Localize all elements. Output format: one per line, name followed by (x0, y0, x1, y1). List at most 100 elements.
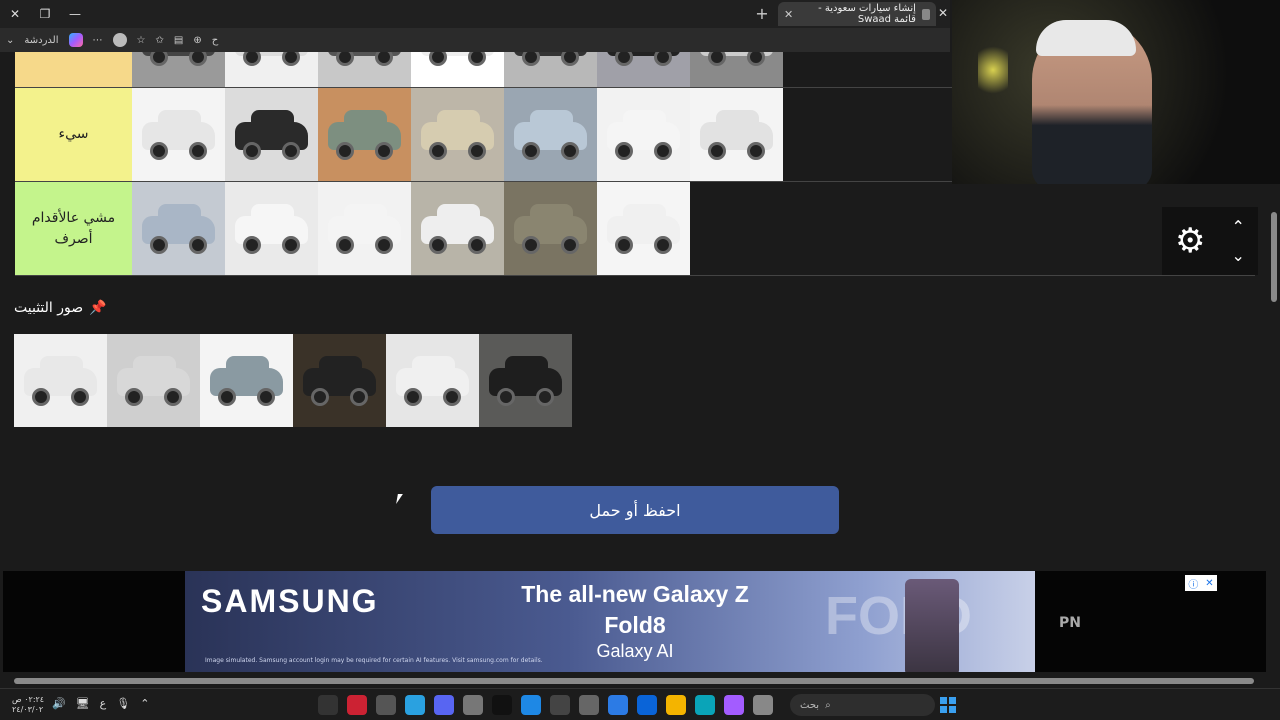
car-thumbnail[interactable] (318, 182, 411, 275)
pinned-section-title: 📌 صور التثبيت (14, 300, 107, 316)
zoom-icon[interactable]: ⊕ (193, 35, 201, 46)
telegram-icon[interactable] (405, 695, 425, 715)
reading-view-icon[interactable]: ▤ (174, 35, 183, 46)
save-or-load-button[interactable]: احفظ أو حمل (431, 486, 839, 534)
restore-window-icon[interactable]: ❐ (30, 0, 60, 28)
browser-toolbar: ⌄ الدردشة ⋯ ☆ ✩ ▤ ⊕ ح (0, 28, 950, 52)
mouse-cursor (396, 494, 403, 504)
phone-image (905, 579, 959, 672)
horizontal-scrollbar[interactable] (0, 676, 1268, 686)
tier-label-bad: سيء (15, 88, 132, 181)
star-icon[interactable]: ✩ (155, 35, 163, 46)
search-icon: ⌕ (825, 699, 831, 711)
car-thumbnail[interactable] (318, 88, 411, 181)
favorites-icon[interactable]: ☆ (137, 35, 146, 46)
app-red-icon[interactable] (347, 695, 367, 715)
car-thumbnail[interactable] (597, 182, 690, 275)
car-thumbnail[interactable] (293, 334, 386, 427)
row-controls: ⚙ ⌃ ⌄ (1162, 207, 1258, 275)
language-indicator[interactable]: ع (100, 697, 107, 710)
car-thumbnail[interactable] (132, 52, 225, 87)
chatgpt-icon[interactable] (579, 695, 599, 715)
ad-fine-print: Image simulated. Samsung account login m… (205, 657, 543, 664)
tier-label-walk: مشي عالأقدام أصرف (15, 182, 132, 275)
car-thumbnail[interactable] (411, 182, 504, 275)
car-thumbnail[interactable] (132, 182, 225, 275)
system-tray: 🔊 🖥 ع 🎙 ⌃ (52, 697, 149, 710)
search-placeholder: بحث (800, 699, 820, 711)
taskbar-apps (318, 695, 773, 715)
browser-tab[interactable]: إنشاء سيارات سعودية - قائمة Swaad ✕ (778, 2, 936, 26)
copilot-app-icon[interactable] (724, 695, 744, 715)
chevron-up-icon[interactable]: ⌃ (1232, 217, 1245, 236)
car-thumbnail[interactable] (318, 52, 411, 87)
outlook-icon[interactable] (637, 695, 657, 715)
tier-label-top (15, 52, 132, 87)
ad-side-text: PN (1059, 615, 1081, 631)
store-icon[interactable] (608, 695, 628, 715)
read-aloud-icon[interactable]: ح (212, 35, 218, 46)
settings-icon[interactable] (463, 695, 483, 715)
minimize-window-icon[interactable]: — (60, 0, 90, 28)
car-thumbnail[interactable] (132, 88, 225, 181)
app-icon[interactable] (376, 695, 396, 715)
tab-close-icon[interactable]: ✕ (784, 8, 793, 21)
car-thumbnail[interactable] (597, 88, 690, 181)
profile-avatar[interactable] (112, 33, 127, 47)
samsung-ad-banner[interactable]: SAMSUNG The all-new Galaxy Z Fold8 Galax… (185, 571, 1217, 672)
close-tab-icon[interactable]: ✕ (938, 6, 948, 20)
pin-icon: 📌 (89, 300, 107, 316)
car-thumbnail[interactable] (690, 52, 783, 87)
microphone-icon[interactable]: 🎙 (116, 697, 130, 710)
discord-icon[interactable] (434, 695, 454, 715)
gear-icon[interactable]: ⚙ (1175, 221, 1205, 261)
car-thumbnail[interactable] (225, 182, 318, 275)
ad-sub: Galaxy AI (596, 641, 674, 661)
taskbar: ٠٢:٢٤ ص ٢٤/٠٣/٠٢ 🔊 🖥 ع 🎙 ⌃ ⌕ بحث (0, 688, 1280, 720)
car-thumbnail[interactable] (14, 334, 107, 427)
car-thumbnail[interactable] (479, 334, 572, 427)
more-icon[interactable]: ⋯ (93, 35, 103, 46)
ad-info-icon[interactable]: ⓘ ✕ (1185, 575, 1217, 591)
ad-headline: The all-new Galaxy Z Fold8 (521, 581, 749, 639)
task-view-icon[interactable] (753, 695, 773, 715)
folder-icon[interactable] (666, 695, 686, 715)
car-thumbnail[interactable] (386, 334, 479, 427)
car-thumbnail[interactable] (411, 52, 504, 87)
pinned-title: صور التثبيت (14, 300, 84, 316)
close-window-icon[interactable]: ✕ (0, 0, 30, 28)
clock[interactable]: ٠٢:٢٤ ص ٢٤/٠٣/٠٢ (12, 695, 44, 714)
car-thumbnail[interactable] (690, 88, 783, 181)
car-thumbnail[interactable] (225, 88, 318, 181)
car-thumbnail[interactable] (200, 334, 293, 427)
chat-label[interactable]: الدردشة (24, 35, 58, 46)
chevron-down-icon[interactable]: ⌄ (6, 35, 14, 46)
car-thumbnail[interactable] (504, 182, 597, 275)
tab-favicon-icon (921, 8, 930, 20)
network-icon[interactable]: 🖥 (76, 697, 90, 710)
tier-images-bad (132, 88, 783, 181)
terminal-icon[interactable] (318, 695, 338, 715)
chevron-up-icon[interactable]: ⌃ (140, 697, 149, 710)
edge-icon[interactable] (695, 695, 715, 715)
tiktok-icon[interactable] (492, 695, 512, 715)
app-blue-icon[interactable] (521, 695, 541, 715)
chevron-down-icon[interactable]: ⌄ (1232, 246, 1245, 265)
car-thumbnail[interactable] (597, 52, 690, 87)
ctrl-icon[interactable] (550, 695, 570, 715)
volume-icon[interactable]: 🔊 (52, 697, 66, 710)
car-thumbnail[interactable] (107, 334, 200, 427)
tab-title: إنشاء سيارات سعودية - قائمة Swaad (818, 3, 916, 25)
pinned-images (14, 334, 572, 427)
start-icon[interactable] (940, 697, 956, 713)
car-thumbnail[interactable] (411, 88, 504, 181)
taskbar-search[interactable]: ⌕ بحث (790, 694, 935, 716)
car-thumbnail[interactable] (225, 52, 318, 87)
car-thumbnail[interactable] (504, 52, 597, 87)
ad-brand: SAMSUNG (201, 583, 379, 619)
car-thumbnail[interactable] (504, 88, 597, 181)
tier-images-top (132, 52, 783, 87)
new-tab-icon[interactable]: + (752, 4, 772, 23)
copilot-icon[interactable] (68, 33, 83, 47)
tier-row-walk: مشي عالأقدام أصرف (15, 182, 1255, 276)
